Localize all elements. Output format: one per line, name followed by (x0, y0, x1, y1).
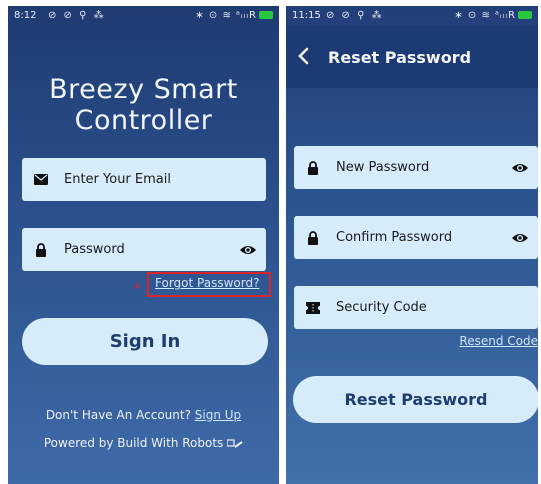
new-password-field[interactable] (294, 146, 538, 189)
password-field[interactable] (22, 228, 266, 271)
system-icons-text: ∗ ⊙ ≋ ᵃᵢₗₗR (454, 10, 516, 21)
status-bar: 11:15 ⊘ ⊘ ⚲ ⁂ ∗ ⊙ ≋ ᵃᵢₗₗR (286, 6, 538, 26)
no-account-text: Don't Have An Account? (45, 408, 191, 422)
powered-by: Powered by Build With Robots (8, 436, 279, 450)
system-icons-text: ∗ ⊙ ≋ ᵃᵢₗₗR (195, 10, 257, 21)
system-icons: ∗ ⊙ ≋ ᵃᵢₗₗR (454, 6, 532, 26)
eye-icon[interactable] (512, 162, 528, 174)
app-header: Reset Password (286, 26, 538, 88)
sign-in-button[interactable]: Sign In (22, 318, 268, 365)
sign-up-link[interactable]: Sign Up (195, 408, 241, 422)
security-code-input[interactable] (336, 300, 486, 315)
notification-icons: ⊘ ⊘ ⚲ ⁂ (48, 10, 106, 21)
confirm-password-input[interactable] (336, 230, 486, 245)
email-field[interactable] (22, 158, 266, 201)
battery-icon (518, 11, 532, 19)
reset-password-button[interactable]: Reset Password (293, 376, 538, 423)
lock-icon (306, 230, 320, 245)
confirm-password-field[interactable] (294, 216, 538, 259)
sign-in-screen: 8:12 ⊘ ⊘ ⚲ ⁂ ∗ ⊙ ≋ ᵃᵢₗₗR Breezy Smart Co… (8, 6, 279, 484)
annotation-marker: 4 (134, 282, 140, 292)
page-title: Reset Password (328, 48, 472, 67)
signup-prompt: Don't Have An Account? Sign Up (8, 408, 279, 422)
app-title: Breezy Smart Controller (8, 74, 279, 136)
robot-logo-icon (226, 436, 243, 450)
back-arrow-icon[interactable] (296, 46, 312, 66)
password-input[interactable] (64, 242, 214, 257)
resend-code-link[interactable]: Resend Code (459, 334, 538, 348)
status-time: 11:15 (292, 10, 321, 21)
eye-icon[interactable] (512, 232, 528, 244)
eye-icon[interactable] (240, 244, 256, 256)
reset-password-screen: 11:15 ⊘ ⊘ ⚲ ⁂ ∗ ⊙ ≋ ᵃᵢₗₗR Reset Password (286, 6, 538, 484)
ticket-icon (306, 301, 320, 315)
powered-by-text: Powered by Build With Robots (43, 436, 224, 450)
lock-icon (306, 160, 320, 175)
system-icons: ∗ ⊙ ≋ ᵃᵢₗₗR (195, 6, 273, 26)
notification-icons: ⊘ ⊘ ⚲ ⁂ (326, 10, 384, 21)
security-code-field[interactable] (294, 286, 538, 329)
envelope-icon (34, 173, 48, 187)
forgot-password-link[interactable]: Forgot Password? (155, 276, 259, 290)
email-input[interactable] (64, 172, 214, 187)
new-password-input[interactable] (336, 160, 486, 175)
status-time: 8:12 (14, 10, 37, 21)
status-bar: 8:12 ⊘ ⊘ ⚲ ⁂ ∗ ⊙ ≋ ᵃᵢₗₗR (8, 6, 279, 26)
lock-icon (34, 242, 48, 257)
battery-icon (259, 11, 273, 19)
app-title-line1: Breezy Smart (49, 74, 238, 105)
app-title-line2: Controller (74, 105, 213, 136)
